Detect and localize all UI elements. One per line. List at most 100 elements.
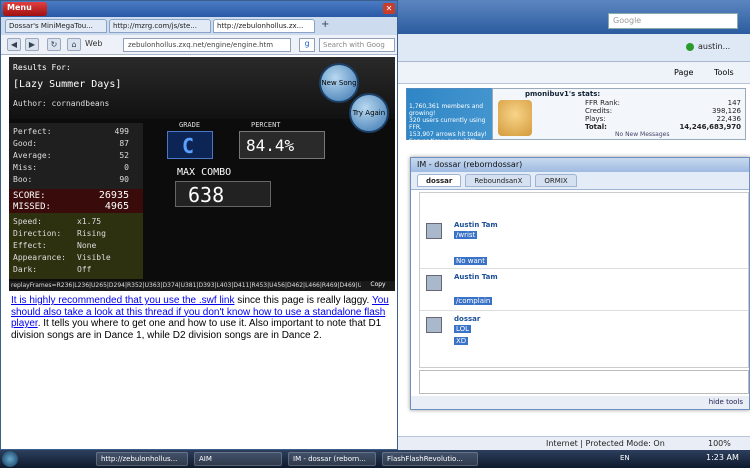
stat-value: 87 [119, 139, 129, 148]
bg-search-input[interactable]: Google [608, 13, 738, 29]
google-icon[interactable]: g [299, 38, 315, 52]
avatar [426, 223, 442, 239]
taskbar-item-browser[interactable]: http://zebulonhollus... [96, 452, 188, 466]
im-tab-dossar[interactable]: dossar [417, 174, 462, 187]
grade-label: GRADE [179, 121, 201, 129]
stat-label: Miss: [13, 163, 38, 172]
message-line: No want [454, 257, 487, 265]
taskbar-item-ffr[interactable]: FlashFlashRevolutio... [382, 452, 478, 466]
setting-value: x1.75 [77, 217, 102, 226]
tab-mzrg[interactable]: http://mzrg.com/js/ste... [109, 19, 211, 33]
stat-label: Boo: [13, 175, 33, 184]
popup-browser-window: Menu ✕ Dossar's MiniMegaTou... http://mz… [0, 0, 398, 450]
setting-value: Rising [77, 229, 106, 238]
stat-line: 153,907 arrows hit today! [409, 131, 487, 138]
missed-value: 4965 [104, 201, 129, 212]
menu-button[interactable]: Menu [3, 2, 47, 16]
bg-status-bar: Internet | Protected Mode: On 100% [398, 436, 750, 450]
setting-label: Speed: [13, 217, 42, 226]
im-tab-ormix[interactable]: ORMIX [535, 174, 577, 187]
stat-label: Good: [13, 139, 38, 148]
im-conversation[interactable]: Austin Tam /wrist No want Austin Tam /co… [419, 192, 749, 368]
taskbar-item-im[interactable]: IM - dossar (reborn... [288, 452, 376, 466]
bg-browser-favorites: austin... [398, 34, 750, 62]
message-line: XD [454, 337, 469, 345]
tools-menu[interactable]: Tools [714, 68, 734, 77]
new-song-button[interactable]: New Song [319, 63, 359, 103]
home-icon[interactable]: ⌂ [67, 38, 81, 51]
sender-name: Austin Tam [454, 221, 498, 229]
bg-user-name[interactable]: austin... [698, 42, 730, 51]
online-status-icon [686, 43, 694, 51]
tab-minimegatour[interactable]: Dossar's MiniMegaTou... [5, 19, 107, 33]
language-indicator[interactable]: EN [620, 454, 630, 462]
tab-zebulonhollus[interactable]: http://zebulonhollus.zx... [213, 19, 315, 33]
taskbar-item-aim[interactable]: AIM [194, 452, 282, 466]
chat-message: Austin Tam /complain [420, 271, 748, 311]
setting-label: Appearance: [13, 253, 66, 262]
try-again-button[interactable]: Try Again [349, 93, 389, 133]
copy-button[interactable]: Copy [361, 281, 395, 291]
popup-titlebar[interactable]: Menu ✕ [1, 1, 397, 17]
replay-frames[interactable]: replayFrames=R236|L236|U265|D294|R352|U3… [9, 281, 395, 291]
message-line: /wrist [454, 231, 478, 239]
close-icon[interactable]: ✕ [383, 3, 395, 14]
profile-title: pmonibuv1's stats: [525, 90, 601, 98]
setting-label: Dark: [13, 265, 38, 274]
sender-name: dossar [454, 315, 481, 323]
zoom-level[interactable]: 100% [708, 439, 731, 448]
avatar [426, 317, 442, 333]
max-combo-value: 638 [188, 183, 225, 207]
page-menu[interactable]: Page [674, 68, 693, 77]
im-tabs: dossar ReboundsanX ORMIX [411, 172, 749, 190]
stat-line: 320 users currently using FFR. [409, 117, 486, 131]
bg-browser-navbar: Google [398, 0, 750, 34]
profile-avatar [498, 100, 532, 136]
setting-value: Visible [77, 253, 111, 262]
body-text-1: since this page is really laggy. [234, 295, 372, 306]
sender-name: Austin Tam [454, 273, 498, 281]
message-line: /complain [454, 297, 493, 305]
start-icon[interactable] [2, 451, 18, 467]
web-label[interactable]: Web [85, 39, 102, 48]
clock[interactable]: 1:23 AM [706, 453, 739, 462]
game-results-screen: Results For: [Lazy Summer Days] Author: … [9, 57, 395, 291]
im-window: IM - dossar (reborndossar) dossar Reboun… [410, 157, 750, 410]
stat-value: 0 [124, 163, 129, 172]
song-author: Author: cornandbeans [13, 99, 110, 108]
address-bar[interactable]: zebulonhollus.zxq.net/engine/engine.htm [123, 38, 291, 52]
hide-tools-link[interactable]: hide tools [411, 396, 749, 409]
stat-value: 90 [119, 175, 129, 184]
swf-link[interactable]: It is highly recommended that you use th… [11, 295, 234, 306]
settings-info: Speed: x1.75 Direction: Rising Effect: N… [9, 213, 143, 279]
stat-value: 499 [114, 127, 129, 136]
instructions-text: It is highly recommended that you use th… [11, 295, 391, 341]
score-label: SCORE: [13, 191, 46, 201]
im-message-input[interactable] [419, 370, 749, 394]
chat-message: dossar LOL XD [420, 313, 748, 353]
score-value: 26935 [98, 190, 129, 201]
message-line: LOL [454, 325, 472, 333]
bg-command-bar: Page Tools [398, 62, 750, 84]
missed-label: MISSED: [13, 202, 51, 212]
zone-status: Internet | Protected Mode: On [546, 439, 665, 448]
chat-message: Austin Tam /wrist No want [420, 219, 748, 269]
back-icon[interactable]: ◀ [7, 38, 21, 51]
setting-value: None [77, 241, 97, 250]
new-tab-icon[interactable]: + [317, 19, 329, 33]
taskbar: http://zebulonhollus... AIM IM - dossar … [0, 450, 750, 468]
stat-line: 1,760,361 members and growing! [409, 103, 484, 117]
im-title[interactable]: IM - dossar (reborndossar) [411, 158, 749, 172]
forward-icon[interactable]: ▶ [25, 38, 39, 51]
stat-value: 52 [119, 151, 129, 160]
setting-value: Off [77, 265, 92, 274]
grade-value: C [182, 134, 195, 158]
popup-search-input[interactable]: Search with Goog [319, 38, 395, 52]
setting-label: Effect: [13, 241, 47, 250]
judge-stats: Perfect: 499 Good: 87 Average: 52 Miss: … [9, 123, 143, 191]
max-combo-label: MAX COMBO [177, 167, 232, 178]
refresh-icon[interactable]: ↻ [47, 38, 61, 51]
im-tab-reboundsanx[interactable]: ReboundsanX [465, 174, 532, 187]
percent-label: PERCENT [251, 121, 281, 129]
body-text-2: . It tells you where to get one and how … [11, 318, 382, 341]
